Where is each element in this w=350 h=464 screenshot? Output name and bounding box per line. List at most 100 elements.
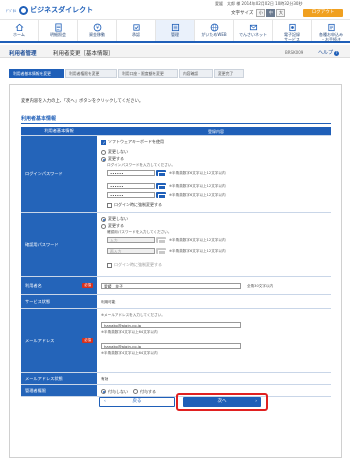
font-medium-button[interactable]: 中: [266, 9, 276, 17]
bank-logo[interactable]: ﾃﾞｼﾞﾀﾙ ビジネスダイレクト: [6, 5, 93, 15]
keyboard-icon[interactable]: [156, 248, 166, 255]
user-name-row: 利用者名 必須 愛媛 花子 全角30文字以内: [21, 277, 331, 295]
login-pw-force-change-checkbox[interactable]: [107, 202, 112, 208]
nav-label: 資金移動: [89, 32, 105, 37]
confirm-pw-no-change-option[interactable]: 変更しない: [101, 216, 128, 222]
keyboard-icon[interactable]: [156, 170, 166, 177]
admin-no-label: 付与しない: [108, 388, 128, 394]
user-name-label-text: 利用者名: [25, 282, 42, 288]
nav-densai[interactable]: でんさいネット: [234, 20, 273, 41]
login-pw-force-change-label: ログイン時に強制変更する: [114, 202, 162, 207]
email-input[interactable]: hanako@aigin.co.jp: [101, 322, 241, 328]
statement-icon: [54, 23, 62, 32]
nav-ekiroku[interactable]: 電子記録 サービス: [273, 20, 312, 41]
email-status-value: 有効: [101, 377, 109, 381]
next-button[interactable]: 次へ ›: [183, 397, 261, 407]
confirm-pw-force-change-label: ログイン時に強制変更する: [114, 262, 162, 267]
admin-authority-label: 管理者権限: [21, 385, 97, 396]
software-keyboard-checkbox[interactable]: [101, 139, 106, 145]
approval-icon: [132, 24, 140, 31]
admin-yes-label: 付与する: [140, 388, 156, 394]
help-link[interactable]: ヘルプ?: [318, 49, 340, 56]
section-title: 利用者管理: [9, 51, 37, 57]
nav-label: 管理: [171, 32, 179, 37]
confirm-pw-change-radio[interactable]: [101, 223, 106, 229]
required-badge: 必須: [82, 283, 93, 288]
service-status-row: サービス状態 利用可能: [21, 295, 331, 309]
email-status-cell: 有効: [97, 373, 331, 384]
user-name-cell: 愛媛 花子 全角30文字以内: [97, 277, 331, 294]
font-size-label: 文字サイズ: [231, 11, 254, 16]
confirm-pw-no-change-radio[interactable]: [101, 216, 106, 222]
confirm-pw-force-change-option[interactable]: ログイン時に強制変更する: [107, 262, 162, 268]
nav-home[interactable]: ホーム: [0, 20, 39, 41]
nav-transfer[interactable]: ¥ 資金移動: [78, 20, 117, 41]
login-pw-note-3: ※半角英数字6文字以上12文字以内: [169, 193, 226, 197]
management-icon: [171, 23, 179, 32]
admin-yes-option[interactable]: 付与する: [133, 389, 156, 395]
login-pw-note-2: ※半角英数字6文字以上12文字以内: [169, 184, 226, 188]
email-row: メールアドレス 必須 ※メールアドレスを入力してください。 hanako@aigi…: [21, 309, 331, 373]
step-4: 内容確認: [179, 69, 213, 78]
keyboard-icon[interactable]: [156, 237, 166, 244]
login-pw-force-change-option[interactable]: ログイン時に強制変更する: [107, 202, 162, 208]
confirm-password-label: 確認用パスワード: [21, 213, 97, 276]
confirm-pw-note-2: ※半角英数字6文字以上12文字以内: [169, 249, 226, 253]
login-pw-confirm-input[interactable]: ••••••: [107, 192, 155, 198]
back-button-label: 戻る: [132, 399, 142, 404]
software-keyboard-option[interactable]: ソフトウェアキーボードを使用: [101, 139, 164, 145]
login-pw-no-change-radio[interactable]: [101, 149, 106, 155]
nav-statement[interactable]: 明細照会: [39, 20, 78, 41]
logo-mark-icon: [19, 5, 29, 15]
confirm-pw-change-option[interactable]: 変更する: [101, 223, 124, 229]
confirm-pw-instruction: 確認用パスワードを入力してください。: [107, 230, 172, 234]
keyboard-icon[interactable]: [156, 192, 166, 199]
confirm-pw-change-label: 変更する: [108, 223, 124, 228]
nav-management[interactable]: 管理: [156, 20, 195, 41]
screen-code: BRSK009: [285, 49, 304, 55]
nav-forex[interactable]: がいためWEB: [195, 20, 234, 41]
admin-yes-radio[interactable]: [133, 389, 138, 394]
login-pw-new-input[interactable]: ••••••: [107, 183, 155, 189]
header: ﾃﾞｼﾞﾀﾙ ビジネスダイレクト 愛媛 太郎 様 2014年02月02日 10時…: [0, 0, 350, 20]
confirm-pw-input[interactable]: 入力: [107, 237, 155, 243]
intro-text: 変更内容を入力の上、「次へ」ボタンをクリックしてください。: [21, 99, 144, 104]
back-button[interactable]: ‹ 戻る: [99, 397, 175, 407]
user-name-input[interactable]: 愛媛 花子: [101, 283, 241, 289]
keyboard-icon[interactable]: [156, 183, 166, 190]
table-head-content: 登録内容: [97, 127, 331, 135]
admin-no-radio[interactable]: [101, 389, 106, 394]
email-confirm-input[interactable]: hanako@aigin.co.jp: [101, 343, 241, 349]
confirm-password-row: 確認用パスワード 変更しない 変更する 確認用パスワードを入力してください。 入…: [21, 213, 331, 277]
svg-text:¥: ¥: [96, 25, 99, 31]
logo-text: ビジネスダイレクト: [30, 6, 94, 14]
global-nav: ホーム 明細照会 ¥ 資金移動 承認 管理 がいためWEB でんさいネット 電子…: [0, 20, 350, 43]
step-3: 利用口座・限度額を変更: [118, 69, 178, 78]
font-large-button[interactable]: 大: [276, 9, 286, 17]
font-small-button[interactable]: 小: [256, 9, 266, 17]
required-badge: 必須: [82, 338, 93, 343]
confirm-pw-force-change-checkbox[interactable]: [107, 262, 112, 268]
login-pw-instruction: ログインパスワードを入力してください。: [107, 163, 176, 167]
logout-button[interactable]: ログアウト: [303, 9, 343, 17]
nav-approval[interactable]: 承認: [117, 20, 156, 41]
confirm-pw-reinput[interactable]: 再入力: [107, 248, 155, 254]
admin-no-option[interactable]: 付与しない: [101, 389, 128, 395]
login-pw-current-input[interactable]: ••••••: [107, 170, 155, 176]
section-heading: 利用者基本情報: [21, 116, 57, 122]
login-pw-change-radio[interactable]: [101, 156, 106, 162]
main-panel: 変更内容を入力の上、「次へ」ボタンをクリックしてください。 利用者基本情報 利用…: [9, 84, 342, 458]
nav-application[interactable]: 各種お申込み ・お手続き: [312, 20, 350, 41]
login-pw-change-option[interactable]: 変更する: [101, 156, 124, 162]
chevron-right-icon: ›: [255, 399, 257, 404]
software-keyboard-label: ソフトウェアキーボードを使用: [108, 139, 164, 144]
service-status-cell: 利用可能: [97, 295, 331, 308]
email-label-text: メールアドレス: [25, 337, 55, 343]
email-status-row: メールアドレス状態 有効: [21, 373, 331, 385]
login-pw-no-change-option[interactable]: 変更しない: [101, 149, 128, 155]
chevron-left-icon: ‹: [104, 399, 106, 404]
next-button-label: 次へ: [217, 399, 227, 404]
login-pw-change-label: 変更する: [108, 156, 124, 161]
nav-label: 電子記録 サービス: [284, 32, 300, 42]
login-password-row: ログインパスワード ソフトウェアキーボードを使用 変更しない 変更する ログイン…: [21, 136, 331, 213]
